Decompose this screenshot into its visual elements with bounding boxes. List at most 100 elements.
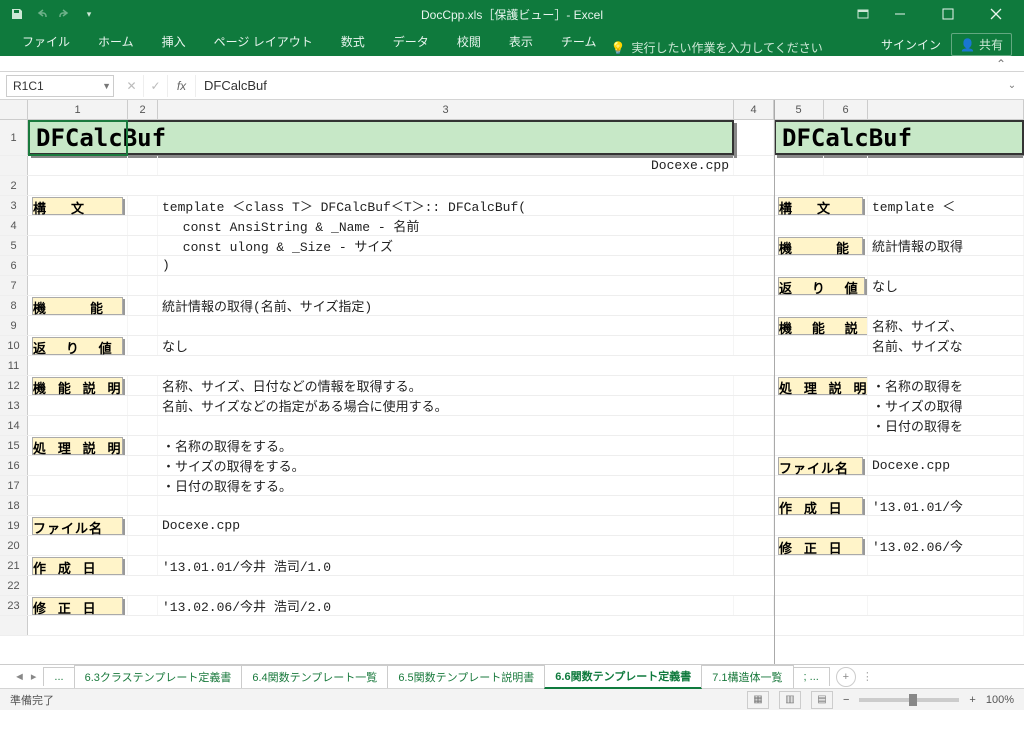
zoom-in-icon[interactable]: + (969, 694, 975, 706)
sheet-tab[interactable]: 7.1構造体一覧 (701, 665, 793, 688)
expand-formula-bar-icon[interactable]: ⌄ (1000, 80, 1024, 91)
tab-formulas[interactable]: 数式 (327, 27, 379, 56)
status-bar: 準備完了 ▦ ▥ ▤ − + 100% (0, 688, 1024, 710)
view-page-break-icon[interactable]: ▤ (811, 691, 833, 709)
col-header[interactable]: 3 (158, 100, 734, 119)
label-proc: 処 理 説 明 (32, 437, 123, 455)
sheet-overflow-left[interactable]: ... (43, 667, 74, 686)
row-header[interactable]: 14 (0, 416, 28, 435)
row-header[interactable]: 21 (0, 556, 28, 575)
sheet-tab-active[interactable]: 6.6関数テンプレート定義書 (544, 664, 702, 689)
row-header[interactable]: 4 (0, 216, 28, 235)
tab-page-layout[interactable]: ページ レイアウト (200, 27, 327, 56)
proc-line: ・サイズの取得をする。 (158, 456, 734, 475)
row-header[interactable]: 22 (0, 576, 28, 595)
sign-in-link[interactable]: サインイン (881, 36, 941, 53)
zoom-level[interactable]: 100% (986, 694, 1014, 706)
tab-review[interactable]: 校閲 (443, 27, 495, 56)
select-all-corner[interactable] (0, 100, 28, 119)
filename: Docexe.cpp (158, 516, 734, 535)
tab-view[interactable]: 表示 (495, 27, 547, 56)
row-header[interactable]: 6 (0, 256, 28, 275)
qat-customize-icon[interactable]: ▾ (78, 3, 100, 25)
col-header[interactable]: 5 (774, 100, 824, 119)
ribbon-collapse-bar: ⌃ (0, 56, 1024, 72)
row-header[interactable]: 9 (0, 316, 28, 335)
ribbon-collapse-icon[interactable]: ⌃ (996, 57, 1006, 71)
sheet-overflow-right[interactable]: ; ... (793, 667, 830, 686)
redo-icon[interactable] (54, 3, 76, 25)
insert-function-icon[interactable]: fx (168, 75, 196, 97)
label-filename: ファイル名 (32, 517, 123, 535)
row-header[interactable]: 1 (0, 120, 28, 155)
row-header[interactable]: 23 (0, 596, 28, 615)
share-icon: 👤 (960, 38, 975, 52)
row-header[interactable]: 7 (0, 276, 28, 295)
tab-team[interactable]: チーム (547, 27, 611, 56)
row-header[interactable]: 13 (0, 396, 28, 415)
proc-line-r: ・日付の取得を (868, 416, 1024, 435)
desc-line: 名前、サイズなどの指定がある場合に使用する。 (158, 396, 734, 415)
row-header[interactable]: 11 (0, 356, 28, 375)
status-ready: 準備完了 (10, 692, 54, 708)
col-header[interactable]: 4 (734, 100, 774, 119)
row-header[interactable]: 16 (0, 456, 28, 475)
func-text: 統計情報の取得(名前、サイズ指定) (158, 296, 734, 315)
tell-me-search[interactable]: 💡 実行したい作業を入力してください (610, 39, 822, 56)
name-box[interactable]: R1C1 ▼ (6, 75, 114, 97)
undo-icon[interactable] (30, 3, 52, 25)
title-bar: ▾ DocCpp.xls［保護ビュー］- Excel (0, 0, 1024, 28)
ribbon-display-options-icon[interactable] (852, 3, 874, 25)
tab-insert[interactable]: 挿入 (148, 27, 200, 56)
row-header[interactable]: 18 (0, 496, 28, 515)
formula-input[interactable] (196, 75, 1000, 97)
row-header[interactable]: 5 (0, 236, 28, 255)
row-header[interactable]: 2 (0, 176, 28, 195)
tab-file[interactable]: ファイル (8, 27, 84, 56)
row-header[interactable]: 12 (0, 376, 28, 395)
row-header[interactable]: 3 (0, 196, 28, 215)
save-icon[interactable] (6, 3, 28, 25)
cancel-formula-icon[interactable]: ✕ (120, 75, 144, 97)
row-header[interactable]: 19 (0, 516, 28, 535)
row-header[interactable]: 20 (0, 536, 28, 555)
col-header[interactable] (868, 100, 1024, 119)
row-header[interactable]: 17 (0, 476, 28, 495)
file-hint: Docexe.cpp (158, 156, 734, 175)
col-header[interactable]: 6 (824, 100, 868, 119)
close-button[interactable] (974, 0, 1018, 28)
row-header[interactable]: 10 (0, 336, 28, 355)
col-header[interactable]: 2 (128, 100, 158, 119)
split-line[interactable] (774, 100, 775, 664)
label-desc: 機 能 説 明 (32, 377, 123, 395)
minimize-button[interactable] (878, 0, 922, 28)
add-sheet-button[interactable]: + (836, 667, 856, 687)
page-title-cell-right[interactable]: DFCalcBuf (774, 120, 1024, 155)
ret-text-r: なし (868, 276, 1024, 295)
sheet-tab[interactable]: 6.5関数テンプレート説明書 (387, 665, 545, 688)
lightbulb-icon: 💡 (610, 41, 625, 55)
name-box-dropdown-icon[interactable]: ▼ (102, 81, 111, 91)
row-header[interactable]: 15 (0, 436, 28, 455)
proc-line: ・日付の取得をする。 (158, 476, 734, 495)
sheet-tab[interactable]: 6.3クラステンプレート定義書 (74, 665, 243, 688)
zoom-out-icon[interactable]: − (843, 694, 849, 706)
created: '13.01.01/今井 浩司/1.0 (158, 556, 734, 575)
sheet-nav-first-icon[interactable]: ◄ (14, 671, 25, 683)
spreadsheet-grid[interactable]: 1 2 3 4 5 6 1 DFCalcBuf DFCalcBuf Docexe… (0, 100, 1024, 664)
desc-line: 名称、サイズ、日付などの情報を取得する。 (158, 376, 734, 395)
view-page-layout-icon[interactable]: ▥ (779, 691, 801, 709)
sheet-nav-prev-icon[interactable]: ▸ (31, 670, 37, 683)
enter-formula-icon[interactable]: ✓ (144, 75, 168, 97)
view-normal-icon[interactable]: ▦ (747, 691, 769, 709)
row-header[interactable]: 8 (0, 296, 28, 315)
page-title-cell[interactable]: DFCalcBuf (28, 120, 734, 155)
sheet-tab[interactable]: 6.4関数テンプレート一覧 (241, 665, 388, 688)
tab-home[interactable]: ホーム (84, 27, 148, 56)
col-header[interactable]: 1 (28, 100, 128, 119)
maximize-button[interactable] (926, 0, 970, 28)
ribbon-tabs: ファイル ホーム 挿入 ページ レイアウト 数式 データ 校閲 表示 チーム 💡… (0, 28, 1024, 56)
tab-data[interactable]: データ (379, 27, 443, 56)
zoom-slider[interactable] (859, 698, 959, 702)
share-button[interactable]: 👤 共有 (951, 33, 1012, 56)
